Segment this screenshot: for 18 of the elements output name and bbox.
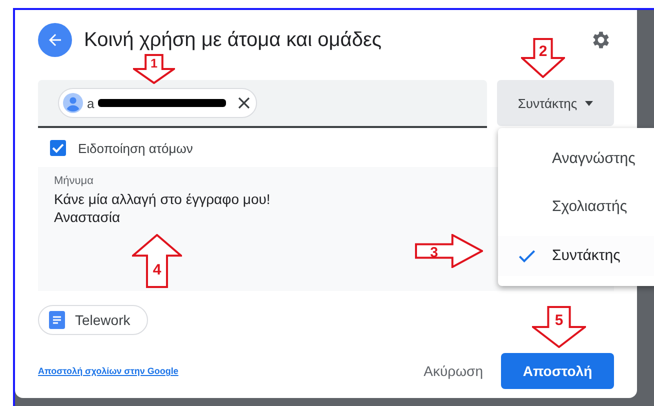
- recipient-email: a: [87, 96, 94, 110]
- dialog-title: Κοινή χρήση με άτομα και ομάδες: [84, 28, 382, 52]
- annotation-arrow: 2: [521, 38, 565, 78]
- annotation-arrow: 3: [415, 234, 483, 268]
- recipient-chip[interactable]: a: [58, 88, 258, 118]
- role-label: Αναγνώστης: [552, 150, 636, 167]
- notify-label: Ειδοποίηση ατόμων: [78, 140, 193, 156]
- cancel-button[interactable]: Ακύρωση: [412, 355, 495, 387]
- recipients-field[interactable]: a: [38, 80, 487, 128]
- document-chip[interactable]: Telework: [38, 305, 148, 335]
- annotation-arrow: 4: [132, 234, 182, 288]
- message-label: Μήνυμα: [54, 175, 94, 187]
- message-text: Αναστασία: [54, 208, 122, 226]
- role-dropdown[interactable]: Συντάκτης: [497, 80, 614, 126]
- annotation-arrow: 1: [133, 54, 175, 84]
- send-button[interactable]: Αποστολή: [501, 353, 614, 389]
- feedback-link[interactable]: Αποστολή σχολίων στην Google: [38, 366, 412, 376]
- annotation-arrow: 5: [532, 306, 586, 348]
